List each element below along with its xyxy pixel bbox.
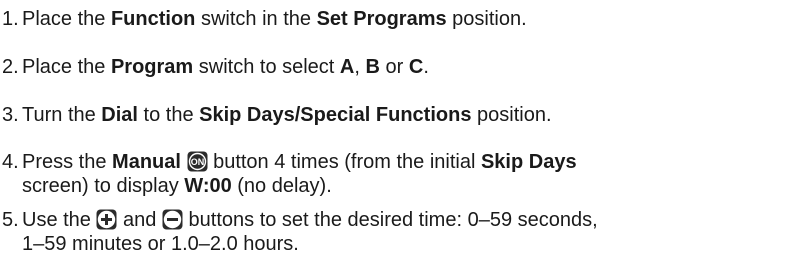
step-text: (no delay). [231, 175, 332, 197]
step-text: switch in the [195, 8, 317, 30]
step-text: position. [446, 8, 527, 30]
step-text: switch to select [193, 56, 340, 78]
step-line: Place the Function switch in the Set Pro… [22, 8, 527, 30]
step-line: screen) to display W:00 (no delay). [22, 175, 332, 197]
step-3: 3. Turn the Dial to the Skip Days/Special… [0, 103, 786, 127]
bold-term: C [408, 56, 424, 78]
step-text: Press the [22, 151, 113, 173]
bold-term: Dial [101, 104, 138, 126]
step-text: Place the [22, 56, 111, 78]
bold-term: Skip Days [480, 151, 577, 173]
step-text: to the [137, 104, 200, 126]
step-line: Use the and buttons to set the desired t… [22, 209, 598, 231]
step-line: Place the Program switch to select A, B … [22, 56, 429, 78]
step-text: Turn the [22, 104, 102, 126]
step-line: 1–59 minutes or 1.0–2.0 hours. [22, 233, 299, 255]
step-number: 3. [2, 104, 19, 126]
step-text: . [423, 56, 429, 78]
instruction-steps: 1. Place the Function switch in the Set P… [0, 0, 786, 262]
bold-term: Set Programs [316, 8, 447, 30]
bold-term: W:00 [184, 175, 232, 197]
bold-term: B [365, 56, 380, 78]
step-line: Turn the Dial to the Skip Days/Special F… [22, 104, 552, 126]
step-text: screen) to display [22, 175, 185, 197]
bold-term: Skip Days/Special Functions [199, 104, 472, 126]
bold-term: Program [110, 56, 194, 78]
step-text: position. [471, 104, 552, 126]
step-text: and [117, 209, 162, 231]
minus-button-icon [162, 209, 183, 230]
step-4: 4. Press the Manual ON button 4 times (fr… [0, 150, 786, 198]
step-number: 2. [2, 56, 19, 78]
step-text: buttons to set the desired time: 0–59 se… [182, 209, 598, 231]
step-text: button 4 times (from the initial [207, 151, 481, 173]
step-number: 5. [2, 209, 19, 231]
step-number: 1. [2, 8, 19, 30]
step-text: , [354, 56, 366, 78]
step-text: Place the [22, 8, 111, 30]
on-button-icon: ON [187, 151, 208, 172]
step-text: or [379, 56, 409, 78]
step-line: Press the Manual ON button 4 times (from… [22, 151, 577, 173]
step-text: Use the [22, 209, 97, 231]
on-button-label: ON [190, 157, 204, 167]
step-1: 1. Place the Function switch in the Set P… [0, 7, 786, 31]
step-text: 1–59 minutes or 1.0–2.0 hours. [22, 233, 299, 255]
bold-term: Function [110, 8, 196, 30]
bold-term: A [339, 56, 355, 78]
bold-term: Manual [112, 151, 181, 173]
step-number: 4. [2, 151, 19, 173]
step-5: 5. Use the and buttons to set the desired… [0, 208, 786, 256]
plus-button-icon [96, 209, 117, 230]
step-2: 2. Place the Program switch to select A, … [0, 55, 786, 79]
